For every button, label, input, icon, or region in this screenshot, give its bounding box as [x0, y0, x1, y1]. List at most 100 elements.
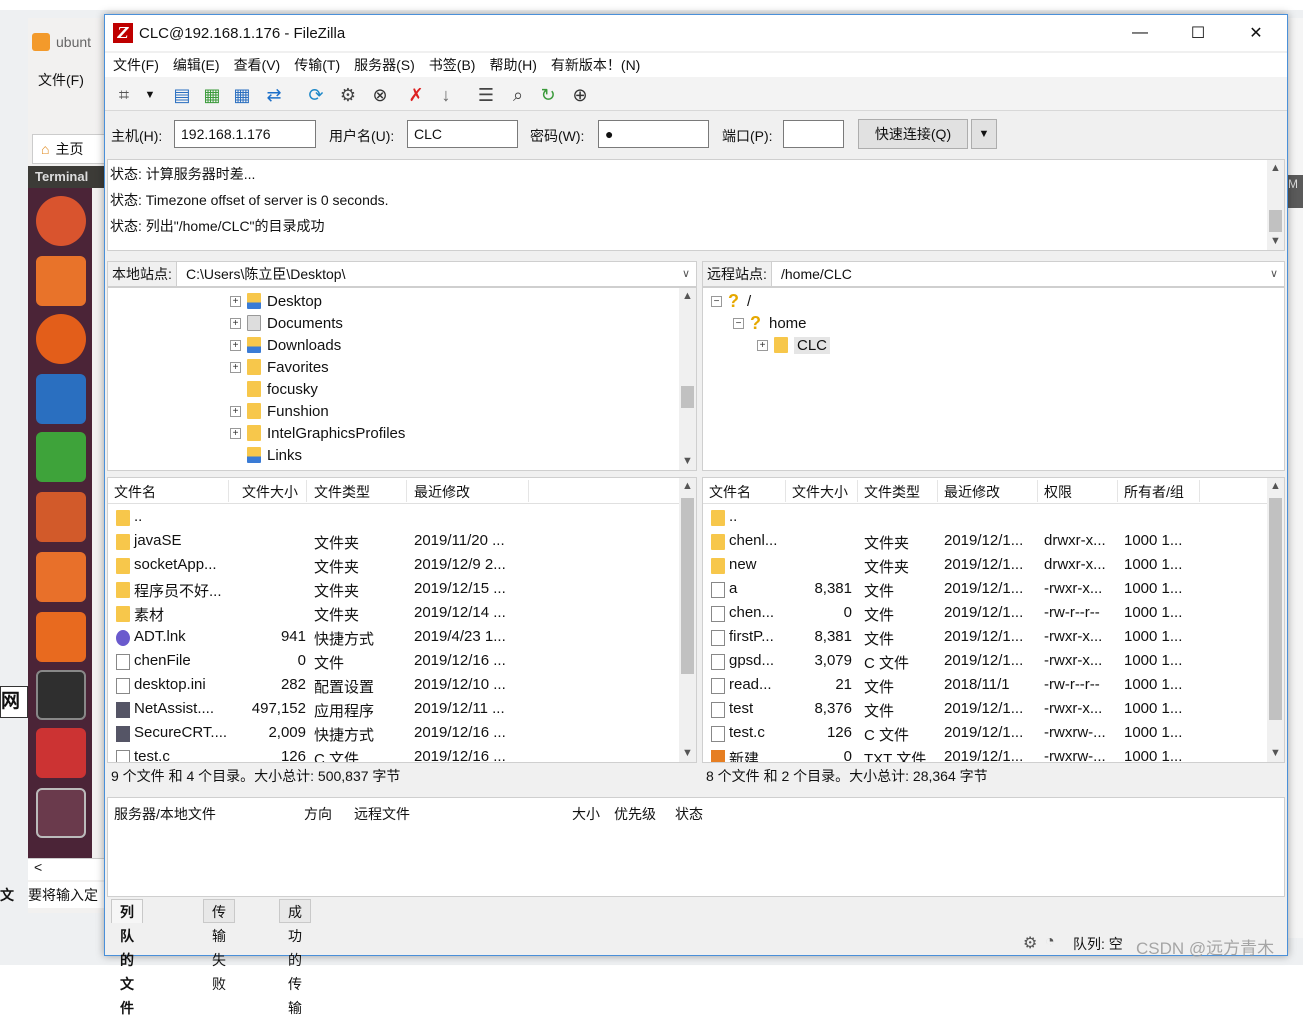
writer-icon[interactable] — [36, 374, 86, 424]
col-filesize[interactable]: 文件大小 — [792, 482, 848, 502]
ubuntu-file-menu[interactable]: 文件(F) — [38, 70, 84, 90]
local-list-scroll-thumb[interactable] — [681, 498, 694, 674]
tab-successful-transfers[interactable]: 成功的传输 — [279, 899, 311, 1016]
menu-edit[interactable]: 编辑(E) — [173, 55, 220, 75]
menu-view[interactable]: 查看(V) — [234, 55, 281, 75]
toggle-remote-tree-icon[interactable]: ▦ — [229, 82, 255, 108]
remote-file-row[interactable]: gpsd... 3,079 C 文件 2019/12/1... -rwxr-x... 10… — [703, 650, 1284, 674]
menu-transfer[interactable]: 传输(T) — [294, 55, 340, 75]
tree-node-root[interactable]: −? / — [711, 290, 751, 312]
tab-failed-transfers[interactable]: 传输失败 — [203, 899, 235, 992]
menu-help[interactable]: 帮助(H) — [489, 55, 536, 75]
toggle-queue-icon[interactable]: ⇄ — [261, 82, 287, 108]
remote-file-row[interactable]: chenl... 文件夹 2019/12/1... drwxr-x... 1000 1.… — [703, 530, 1284, 554]
col-filetype[interactable]: 文件类型 — [314, 482, 370, 502]
expand-icon[interactable]: + — [230, 339, 241, 351]
local-tree-scroll-thumb[interactable] — [681, 386, 694, 408]
tree-node-intelgraphicsprofiles[interactable]: + IntelGraphicsProfiles — [230, 422, 405, 444]
col-filetype[interactable]: 文件类型 — [864, 482, 920, 502]
sync-browsing-icon[interactable]: ↻ — [535, 82, 561, 108]
host-input[interactable]: 192.168.1.176 — [174, 120, 316, 148]
col-modified[interactable]: 最近修改 — [414, 482, 470, 502]
scroll-down-icon[interactable]: ▼ — [1267, 233, 1284, 250]
scroll-down-icon[interactable]: ▼ — [1267, 745, 1284, 762]
settings-icon[interactable] — [36, 728, 86, 778]
local-list-scrollbar[interactable]: ▲ ▼ — [679, 478, 696, 762]
remote-file-row[interactable]: firstP... 8,381 文件 2019/12/1... -rwxr-x... 10… — [703, 626, 1284, 650]
search-icon[interactable]: ⌕ — [505, 82, 531, 108]
remote-site-path[interactable]: /home/CLC — [781, 262, 852, 286]
col-owner-group[interactable]: 所有者/组 — [1124, 482, 1184, 502]
remote-file-row[interactable]: a 8,381 文件 2019/12/1... -rwxr-x... 1000 1... — [703, 578, 1284, 602]
local-file-row[interactable]: javaSE 文件夹 2019/11/20 ... — [108, 530, 696, 554]
menu-new-version[interactable]: 有新版本！(N) — [551, 55, 640, 75]
tab-queued-files[interactable]: 列队的文件 — [111, 899, 143, 1016]
queue-col-direction[interactable]: 方向 — [304, 804, 332, 824]
tree-node-documents[interactable]: + Documents — [230, 312, 343, 334]
toggle-local-tree-icon[interactable]: ▦ — [199, 82, 225, 108]
ubuntu-dash-icon[interactable] — [36, 196, 86, 246]
scroll-down-icon[interactable]: ▼ — [679, 745, 696, 762]
local-file-row[interactable]: .. — [108, 506, 696, 530]
col-modified[interactable]: 最近修改 — [944, 482, 1000, 502]
port-input[interactable] — [783, 120, 844, 148]
software-center-icon[interactable] — [36, 552, 86, 602]
local-site-path[interactable]: C:\Users\陈立臣\Desktop\ — [186, 262, 345, 286]
queue-col-status[interactable]: 状态 — [675, 804, 703, 824]
toggle-log-icon[interactable]: ▤ — [169, 82, 195, 108]
queue-col-priority[interactable]: 优先级 — [614, 804, 656, 824]
local-file-row[interactable]: SecureCRT.... 2,009 快捷方式 2019/12/16 ... — [108, 722, 696, 746]
log-scroll-thumb[interactable] — [1269, 210, 1282, 232]
process-queue-icon[interactable]: ⚙ — [335, 82, 361, 108]
queue-col-local-file[interactable]: 服务器/本地文件 — [114, 804, 216, 824]
scroll-up-icon[interactable]: ▲ — [1267, 160, 1284, 177]
tree-node-links[interactable]: Links — [247, 444, 302, 466]
menu-server[interactable]: 服务器(S) — [354, 55, 415, 75]
remote-list-scrollbar[interactable]: ▲ ▼ — [1267, 478, 1284, 762]
scroll-up-icon[interactable]: ▲ — [679, 288, 696, 305]
site-manager-icon[interactable]: ⌗ — [111, 82, 137, 108]
password-input[interactable]: ● — [598, 120, 709, 148]
calc-icon[interactable] — [36, 432, 86, 482]
tree-node-downloads[interactable]: + Downloads — [230, 334, 341, 356]
remote-file-row[interactable]: 新建... 0 TXT 文件 2019/12/1... -rwxrw-... 1000 1… — [703, 746, 1284, 762]
expand-icon[interactable]: + — [230, 427, 241, 439]
local-path-dropdown-icon[interactable]: ∨ — [682, 262, 690, 286]
collapse-icon[interactable]: − — [711, 295, 722, 307]
ubuntu-one-icon[interactable] — [36, 612, 86, 662]
expand-icon[interactable]: + — [230, 405, 241, 417]
remote-file-row[interactable]: test.c 126 C 文件 2019/12/1... -rwxrw-... 1000 … — [703, 722, 1284, 746]
minimize-button[interactable]: — — [1111, 15, 1169, 51]
remote-file-row[interactable]: .. — [703, 506, 1284, 530]
local-file-row[interactable]: NetAssist.... 497,152 应用程序 2019/12/11 ... — [108, 698, 696, 722]
ubuntu-scroll-left[interactable]: < — [28, 858, 108, 880]
workspace-icon[interactable] — [36, 788, 86, 838]
local-file-row[interactable]: ADT.lnk 941 快捷方式 2019/4/23 1... — [108, 626, 696, 650]
col-filename[interactable]: 文件名 — [114, 482, 156, 502]
collapse-icon[interactable]: − — [733, 317, 744, 329]
expand-icon[interactable]: + — [230, 361, 241, 373]
log-scrollbar[interactable]: ▲ ▼ — [1267, 160, 1284, 250]
quickconnect-dropdown-icon[interactable]: ▼ — [971, 119, 997, 149]
remote-path-dropdown-icon[interactable]: ∨ — [1270, 262, 1278, 286]
refresh-icon[interactable]: ⟳ — [303, 82, 329, 108]
ubuntu-tab[interactable]: ubunt — [32, 26, 108, 58]
local-file-row[interactable]: test.c 126 C 文件 2019/12/16 ... — [108, 746, 696, 762]
local-file-row[interactable]: desktop.ini 282 配置设置 2019/12/10 ... — [108, 674, 696, 698]
col-filename[interactable]: 文件名 — [709, 482, 751, 502]
tree-node-desktop[interactable]: + Desktop — [230, 290, 322, 312]
ubuntu-home-item[interactable]: ⌂ 主页 — [32, 134, 108, 164]
close-button[interactable]: ✕ — [1227, 15, 1285, 51]
expand-icon[interactable]: + — [757, 339, 768, 351]
local-tree-scrollbar[interactable]: ▲ ▼ — [679, 288, 696, 470]
tree-node-home[interactable]: −? home — [733, 312, 807, 334]
local-file-row[interactable]: socketApp... 文件夹 2019/12/9 2... — [108, 554, 696, 578]
scroll-down-icon[interactable]: ▼ — [679, 453, 696, 470]
expand-icon[interactable]: + — [230, 317, 241, 329]
files-icon[interactable] — [36, 256, 86, 306]
directory-listing-filter-icon[interactable]: ☰ — [473, 82, 499, 108]
find-files-icon[interactable]: ⊕ — [567, 82, 593, 108]
tree-node-clc[interactable]: + CLC — [757, 334, 831, 356]
tree-node-favorites[interactable]: + Favorites — [230, 356, 329, 378]
tree-node-funshion[interactable]: + Funshion — [230, 400, 329, 422]
